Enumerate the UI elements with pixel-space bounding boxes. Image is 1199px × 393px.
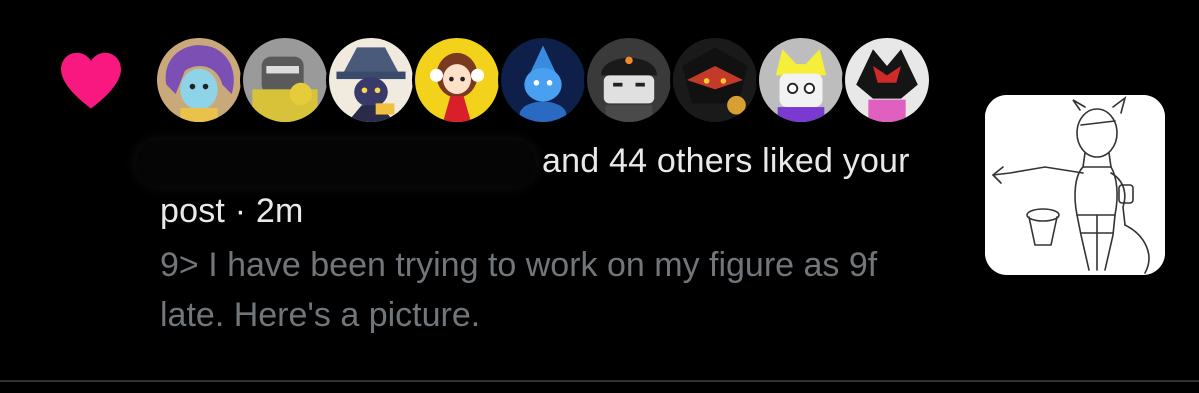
- divider: [0, 380, 1199, 382]
- avatar-yellow-hat[interactable]: [756, 35, 846, 125]
- post-thumbnail[interactable]: [985, 95, 1165, 275]
- avatar-blue-creature[interactable]: [498, 35, 588, 125]
- avatar-cat-meme[interactable]: [240, 35, 330, 125]
- avatar-black-red-character[interactable]: [842, 35, 932, 125]
- timestamp: 2m: [255, 192, 304, 230]
- post-preview-text[interactable]: 9> I have been trying to work on my figu…: [160, 240, 950, 340]
- notification-headline: and 44 others liked your post · 2m: [160, 136, 940, 236]
- avatar-headphones-girl[interactable]: [412, 35, 502, 125]
- liker-avatars: [154, 35, 932, 127]
- separator: ·: [234, 192, 247, 230]
- avatar-purple-hair[interactable]: [154, 35, 244, 125]
- avatar-dark-hedgehog[interactable]: [670, 35, 760, 125]
- heart-icon: [61, 52, 121, 109]
- avatar-robot-head[interactable]: [584, 35, 674, 125]
- like-notification[interactable]: and 44 others liked your post · 2m 9> I …: [0, 0, 1199, 380]
- avatar-witch-hat[interactable]: [326, 35, 416, 125]
- sketch-image: [985, 95, 1165, 275]
